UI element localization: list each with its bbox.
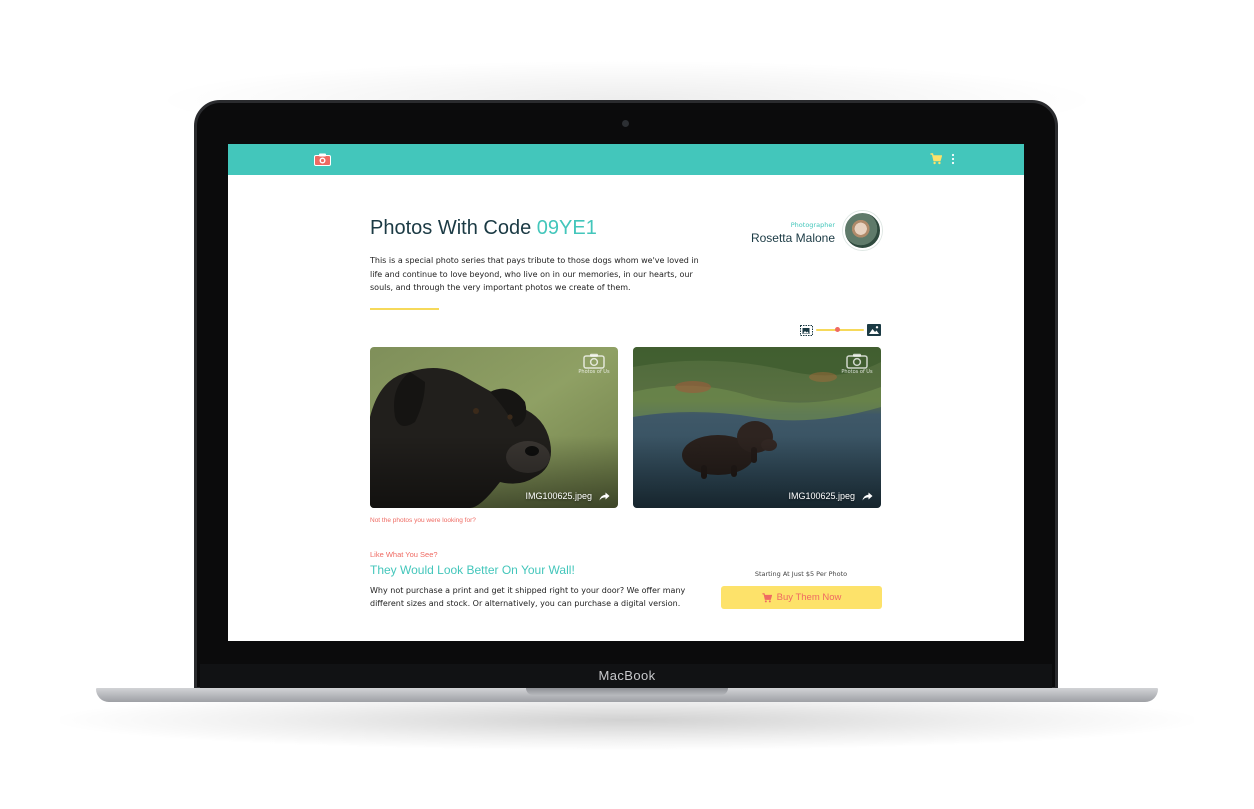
cta-heading: They Would Look Better On Your Wall! [370, 563, 575, 577]
avatar[interactable] [843, 211, 882, 250]
divider [370, 308, 439, 310]
photographer-label: Photographer [790, 221, 835, 229]
cta-kicker: Like What You See? [370, 550, 438, 559]
stage: Photos With Code 09YE1 This is a special… [0, 0, 1254, 809]
page-title-prefix: Photos With Code [370, 217, 532, 239]
slider-thumb[interactable] [835, 327, 841, 332]
webcam [622, 120, 629, 127]
buy-button-label: Buy Them Now [776, 592, 842, 603]
share-icon[interactable] [862, 492, 873, 501]
not-the-photos-link[interactable]: Not the photos you were looking for? [370, 517, 476, 524]
cart-icon[interactable] [930, 153, 942, 165]
more-vert-icon[interactable] [950, 153, 956, 165]
watermark-text-1: Photos of Us [578, 369, 610, 375]
size-slider[interactable] [816, 327, 864, 332]
buy-them-now-button[interactable]: Buy Them Now [721, 586, 882, 609]
screen: Photos With Code 09YE1 This is a special… [228, 144, 1024, 641]
camera-watermark-icon [846, 353, 868, 369]
watermark-text-2: Photos of Us [841, 369, 873, 375]
price-note: Starting At Just $5 Per Photo [754, 570, 848, 578]
watermark-2: Photos of Us [840, 353, 874, 375]
photographer-name[interactable]: Rosetta Malone [728, 231, 835, 245]
image-small-icon[interactable] [800, 325, 813, 336]
camera-watermark-icon [583, 353, 605, 369]
cta-body: Why not purchase a print and get it ship… [370, 586, 686, 608]
photo-card-1[interactable]: Photos of Us IMG100625.jpeg [370, 347, 618, 508]
top-bar [228, 144, 1024, 175]
image-large-icon[interactable] [867, 324, 881, 336]
photo-card-2[interactable]: Photos of Us IMG100625.jpeg [633, 347, 881, 508]
page-description: This is a special photo series that pays… [370, 256, 699, 292]
cart-icon [762, 592, 772, 602]
watermark-1: Photos of Us [577, 353, 611, 375]
camera-logo-icon[interactable] [314, 153, 331, 166]
photo-filename-2: IMG100625.jpeg [788, 491, 855, 501]
page-title: Photos With Code 09YE1 [370, 217, 597, 240]
device-brand: MacBook [598, 668, 656, 683]
photo-code: 09YE1 [536, 217, 597, 239]
photo-filename-1: IMG100625.jpeg [525, 491, 592, 501]
share-icon[interactable] [599, 492, 610, 501]
laptop-notch [526, 688, 728, 695]
